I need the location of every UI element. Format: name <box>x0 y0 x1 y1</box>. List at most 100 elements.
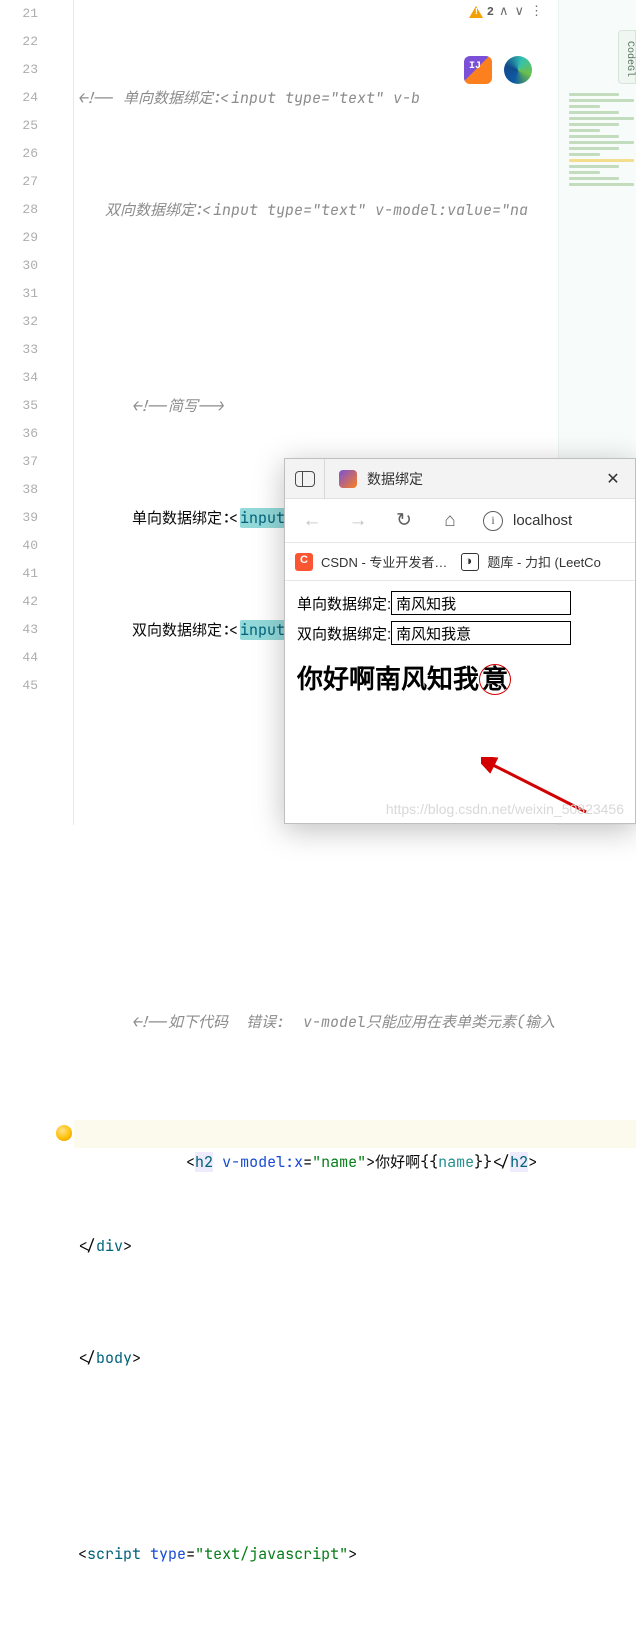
text: 单向数据绑定: <box>132 508 231 528</box>
browser-window: 数据绑定 ✕ ← → ↻ ⌂ i localhost CSDN - 专业开发者…… <box>284 458 636 824</box>
one-way-binding-input[interactable] <box>391 591 571 615</box>
line-number: 33 <box>0 336 38 364</box>
line-number: 41 <box>0 560 38 588</box>
window-close-button[interactable]: ✕ <box>591 459 635 499</box>
leetcode-favicon <box>461 553 479 571</box>
comment-text: <!--简写--> <box>132 396 225 416</box>
line-number: 39 <box>0 504 38 532</box>
url-text: localhost <box>513 512 572 529</box>
line-number: 23 <box>0 56 38 84</box>
code-line: <!-- 单向数据绑定:<input type="text" v-b <box>74 84 636 112</box>
comment-text: 双向数据绑定:<input type="text" v-model:value=… <box>105 200 528 220</box>
line-number: 21 <box>0 0 38 28</box>
nav-refresh-button[interactable]: ↻ <box>385 503 423 539</box>
code-line: <script type="text/javascript"> <box>74 1540 636 1568</box>
line-number-gutter: 21 22 23 24 25 26 27 28 29 30 31 32 33 3… <box>0 0 52 825</box>
lightbulb-icon[interactable] <box>56 1125 72 1141</box>
intellij-icon[interactable] <box>464 56 492 84</box>
code-line <box>74 280 636 308</box>
warning-count: 2 <box>487 5 494 19</box>
line-number: 43 <box>0 616 38 644</box>
annotation-circled-char: 意 <box>479 664 511 695</box>
bookmark-csdn[interactable]: CSDN - 专业开发者… <box>295 552 447 571</box>
line-number: 27 <box>0 168 38 196</box>
watermark-text: https://blog.csdn.net/weixin_50823456 <box>386 801 624 817</box>
punct: < <box>231 620 240 640</box>
line-number: 25 <box>0 112 38 140</box>
string: "text/javascript" <box>195 1544 348 1564</box>
warning-icon <box>469 6 483 18</box>
code-line <box>74 1428 636 1456</box>
text: 双向数据绑定: <box>132 620 231 640</box>
heading-text: 你好啊南风知我 <box>297 664 479 694</box>
line-number: 31 <box>0 280 38 308</box>
code-line-active: <h2 v-model:x="name">你好啊{{name}}</h2> <box>74 1120 636 1148</box>
bookmarks-bar: CSDN - 专业开发者… 题库 - 力扣 (LeetCo <box>285 543 635 581</box>
code-line: 双向数据绑定:<input type="text" v-model:value=… <box>74 196 636 224</box>
comment-text: <!-- 单向数据绑定:<input type="text" v-b <box>78 88 420 108</box>
code-line: <!--简写--> <box>74 392 636 420</box>
edge-browser-icon[interactable] <box>504 56 532 84</box>
tag: script <box>87 1544 141 1564</box>
comment-text: <!--如下代码 错误: v-model只能应用在表单类元素(输入 <box>132 1012 555 1032</box>
tag: div <box>96 1236 123 1256</box>
punct: < <box>231 508 240 528</box>
browser-tab-strip: 数据绑定 ✕ <box>285 459 635 499</box>
line-number: 40 <box>0 532 38 560</box>
panel-icon <box>295 471 315 487</box>
chevron-up-icon[interactable]: ∧ <box>498 4 510 19</box>
line-number: 42 <box>0 588 38 616</box>
tag: h2 <box>195 1152 213 1172</box>
form-row-two-way: 双向数据绑定: <box>297 621 623 645</box>
two-way-binding-input[interactable] <box>391 621 571 645</box>
browser-nav-bar: ← → ↻ ⌂ i localhost <box>285 499 635 543</box>
attr: v-model:x <box>222 1152 303 1172</box>
punct: </ <box>78 1348 96 1368</box>
line-number: 44 <box>0 644 38 672</box>
bookmark-label: 题库 - 力扣 (LeetCo <box>487 552 600 571</box>
csdn-favicon <box>295 553 313 571</box>
line-number: 28 <box>0 196 38 224</box>
form-label: 双向数据绑定: <box>297 623 391 644</box>
tag: input <box>240 508 285 528</box>
nav-home-button[interactable]: ⌂ <box>431 503 469 539</box>
chevron-down-icon[interactable]: ∨ <box>513 4 525 19</box>
more-icon[interactable]: ⋮ <box>529 4 544 19</box>
line-number: 22 <box>0 28 38 56</box>
site-info-icon[interactable]: i <box>483 511 503 531</box>
browser-viewport: 单向数据绑定: 双向数据绑定: 你好啊南风知我意 <box>285 581 635 706</box>
bookmark-label: CSDN - 专业开发者… <box>321 552 447 571</box>
line-number: 30 <box>0 252 38 280</box>
address-bar[interactable]: i localhost <box>477 511 572 531</box>
line-number: 32 <box>0 308 38 336</box>
line-number: 35 <box>0 392 38 420</box>
line-number: 36 <box>0 420 38 448</box>
line-number: 45 <box>0 672 38 700</box>
bookmark-leetcode[interactable]: 题库 - 力扣 (LeetCo <box>461 552 600 571</box>
line-number: 29 <box>0 224 38 252</box>
open-in-browser-icons <box>464 56 532 84</box>
form-label: 单向数据绑定: <box>297 593 391 614</box>
tag: h2 <box>510 1152 528 1172</box>
nav-forward-button[interactable]: → <box>339 503 377 539</box>
attr: type <box>150 1544 186 1564</box>
code-line <box>74 896 636 924</box>
string: "name" <box>312 1152 366 1172</box>
punct: </ <box>78 1236 96 1256</box>
punct: > <box>123 1236 132 1256</box>
browser-tab[interactable]: 数据绑定 <box>325 459 437 498</box>
line-number: 37 <box>0 448 38 476</box>
tab-favicon <box>339 470 357 488</box>
form-row-one-way: 单向数据绑定: <box>297 591 623 615</box>
line-number: 34 <box>0 364 38 392</box>
punct: > <box>528 1152 537 1172</box>
line-number: 38 <box>0 476 38 504</box>
tag: body <box>96 1348 132 1368</box>
code-line: </body> <box>74 1344 636 1372</box>
tab-actions-button[interactable] <box>285 459 325 499</box>
tag: input <box>240 620 285 640</box>
side-panel-handle[interactable]: CodeGl <box>618 30 636 84</box>
punct: > <box>132 1348 141 1368</box>
nav-back-button[interactable]: ← <box>293 503 331 539</box>
inspections-widget[interactable]: 2 ∧ ∨ ⋮ <box>469 4 544 19</box>
